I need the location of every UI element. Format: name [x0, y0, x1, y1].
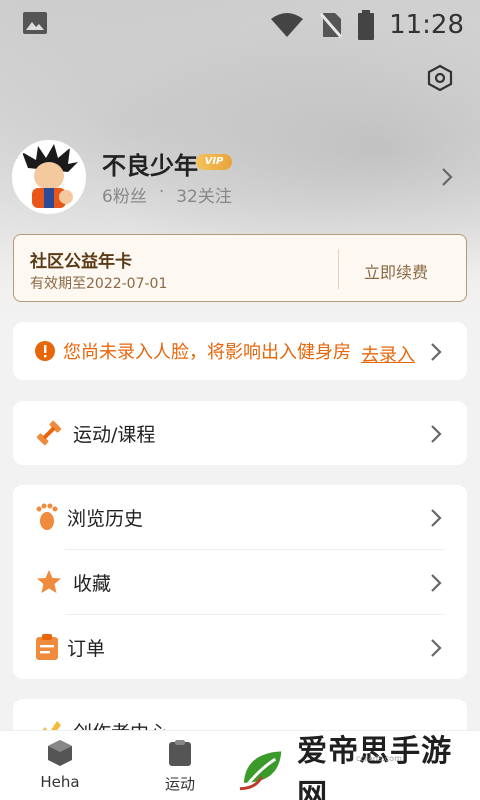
- star-icon: [37, 570, 61, 593]
- status-time: 11:28: [389, 10, 464, 40]
- avatar-goku-image: [14, 142, 84, 212]
- chevron-right-icon: [431, 343, 442, 361]
- avatar[interactable]: [12, 140, 86, 214]
- status-bar: 11:28: [0, 0, 480, 50]
- leaf-logo-icon: [236, 744, 289, 796]
- face-notice-text: 您尚未录入人脸，将影响出入健身房: [63, 342, 351, 363]
- username: 不良少年: [102, 152, 198, 180]
- menu-label: 浏览历史: [67, 507, 144, 530]
- dumbbell-icon: [36, 420, 62, 446]
- chevron-right-icon: [431, 639, 442, 657]
- watermark: 爱帝思手游网 ccrads.com: [236, 734, 480, 800]
- watermark-url: ccrads.com: [356, 754, 402, 763]
- profile-stats: 6粉丝 · 32关注: [102, 182, 232, 207]
- nav-item-heha[interactable]: Heha: [0, 731, 120, 800]
- face-enroll-link[interactable]: 去录入: [361, 341, 415, 367]
- menu-item-favorites[interactable]: 收藏: [13, 550, 467, 614]
- membership-title: 社区公益年卡: [30, 252, 132, 272]
- no-sim-icon: [319, 13, 343, 38]
- wifi-icon: [271, 13, 304, 37]
- profile-section[interactable]: 不良少年 VIP 6粉丝 · 32关注: [12, 140, 468, 214]
- clipboard-icon: [36, 634, 58, 660]
- watermark-text: 爱帝思手游网: [297, 734, 453, 800]
- menu-label: 订单: [67, 637, 106, 660]
- cube-icon: [48, 740, 72, 766]
- nav-item-sport[interactable]: 运动: [120, 731, 240, 800]
- following-count[interactable]: 32关注: [176, 182, 232, 207]
- chevron-right-icon: [431, 574, 442, 592]
- clipboard-nav-icon: [169, 740, 191, 766]
- menu-label: 运动/课程: [73, 423, 156, 446]
- settings-hexagon-icon[interactable]: [426, 64, 454, 92]
- chevron-right-icon: [431, 425, 442, 443]
- membership-divider: [338, 249, 339, 289]
- renew-button[interactable]: 立即续费: [364, 259, 428, 283]
- fans-count[interactable]: 6粉丝: [102, 182, 147, 207]
- chevron-right-icon: [431, 509, 442, 527]
- battery-icon: [358, 10, 375, 40]
- stats-separator: ·: [158, 182, 165, 202]
- face-notice-card[interactable]: 您尚未录入人脸，将影响出入健身房 去录入: [13, 322, 467, 380]
- nav-label: Heha: [40, 773, 80, 791]
- membership-card[interactable]: 社区公益年卡 有效期至2022-07-01 立即续费: [13, 234, 467, 302]
- menu-label: 收藏: [73, 572, 112, 595]
- face-notice-row[interactable]: 您尚未录入人脸，将影响出入健身房 去录入: [13, 322, 467, 380]
- menu-item-orders[interactable]: 订单: [13, 615, 467, 679]
- footprint-icon: [36, 503, 58, 530]
- nav-label: 运动: [164, 775, 195, 793]
- chevron-right-icon: [442, 168, 453, 186]
- menu-item-browse-history[interactable]: 浏览历史: [13, 485, 467, 549]
- vip-badge: VIP: [196, 154, 232, 170]
- sport-course-card[interactable]: 运动/课程: [13, 401, 467, 465]
- membership-validity: 有效期至2022-07-01: [30, 276, 168, 292]
- menu-group-card: 浏览历史 收藏 订单: [13, 485, 467, 679]
- gallery-icon: [23, 12, 47, 34]
- warning-icon: [35, 341, 55, 361]
- menu-item-sport-course[interactable]: 运动/课程: [13, 401, 467, 465]
